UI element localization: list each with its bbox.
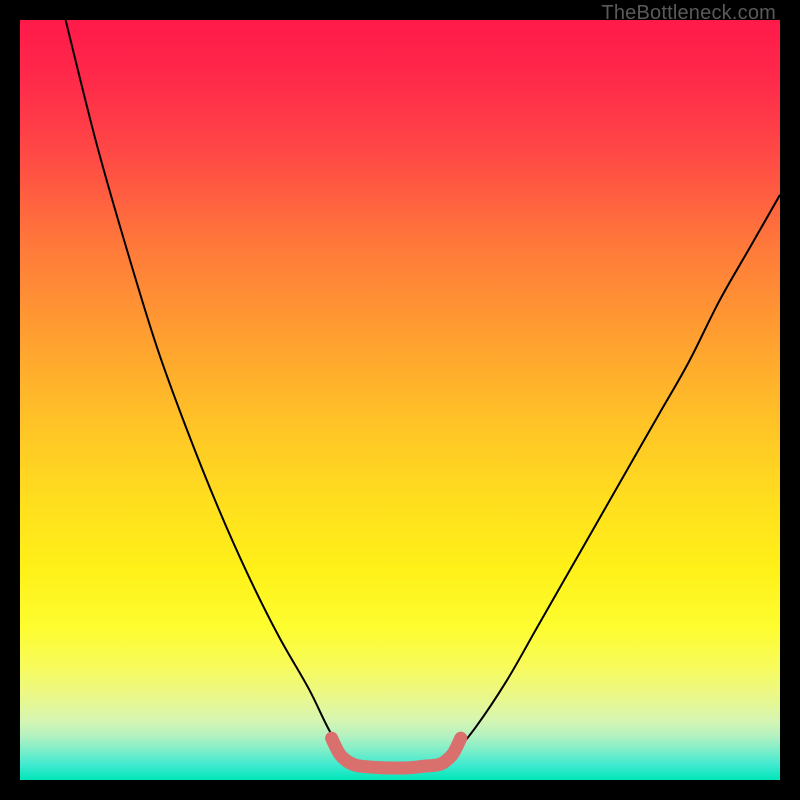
trough-highlight: [332, 738, 461, 768]
right-curve: [446, 195, 780, 765]
curves-svg: [20, 20, 780, 780]
plot-area: [20, 20, 780, 780]
left-curve: [66, 20, 355, 765]
chart-container: TheBottleneck.com: [0, 0, 800, 800]
